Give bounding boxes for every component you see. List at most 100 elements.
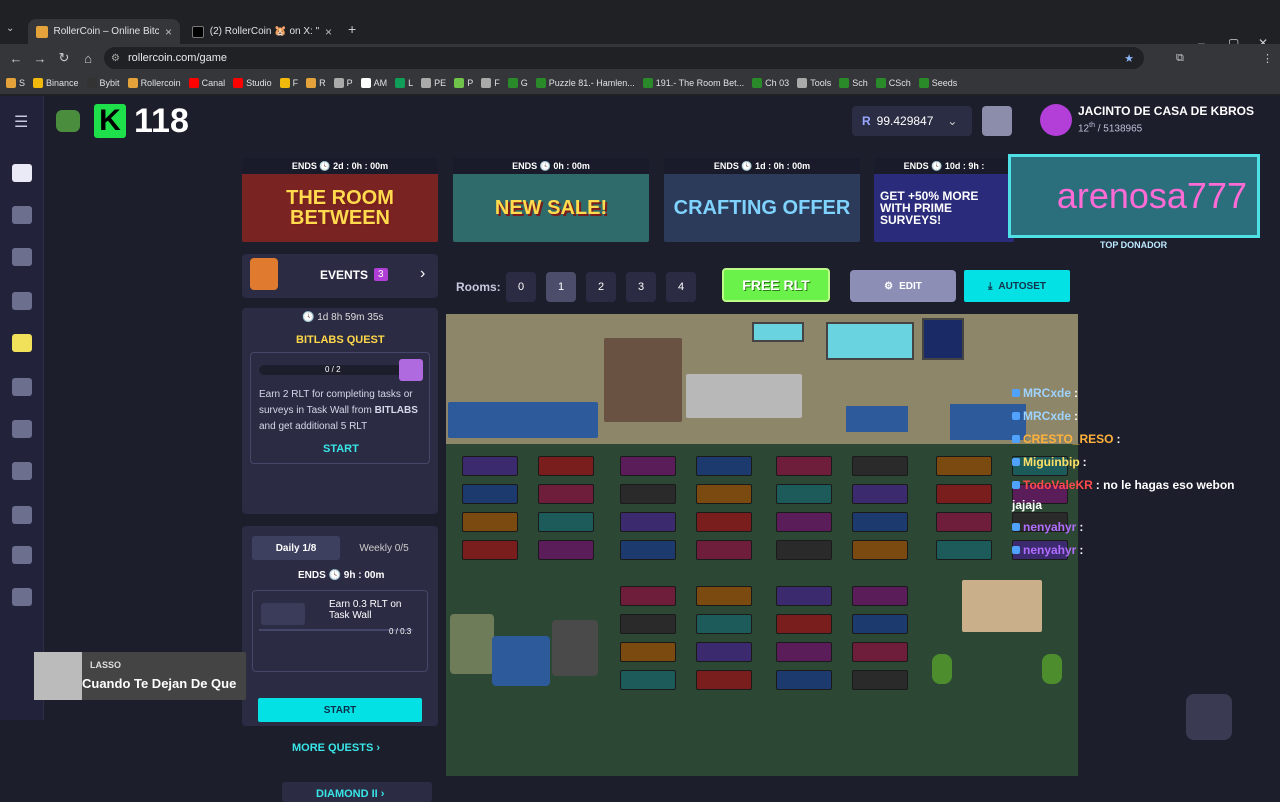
couch-left[interactable] [450, 614, 494, 674]
game-nav-icon[interactable] [12, 206, 32, 224]
tasks-nav-icon[interactable] [12, 334, 32, 352]
bookmark-item[interactable]: Ch 03 [752, 78, 789, 88]
back-icon[interactable]: ← [4, 51, 28, 66]
miner-slot[interactable] [852, 512, 908, 532]
miner-slot[interactable] [852, 670, 908, 690]
miner-slot[interactable] [852, 614, 908, 634]
diamond-league-link[interactable]: DIAMOND II › [282, 782, 432, 802]
more-quests-link[interactable]: MORE QUESTS › [292, 742, 380, 754]
miner-slot[interactable] [936, 512, 992, 532]
factory-nav-icon[interactable] [12, 546, 32, 564]
bookmark-item[interactable]: Studio [233, 78, 272, 88]
miner-slot[interactable] [696, 484, 752, 504]
miner-slot[interactable] [620, 540, 676, 560]
tab-search-button[interactable]: ⌄ [6, 23, 14, 34]
menu-icon[interactable]: ⋮ [1262, 52, 1273, 65]
referral-nav-icon[interactable] [12, 248, 32, 266]
miner-slot[interactable] [936, 540, 992, 560]
home-nav-icon[interactable] [12, 164, 32, 182]
bookmark-star-icon[interactable]: ★ [1124, 52, 1134, 65]
home-icon[interactable]: ⌂ [76, 51, 100, 66]
daily-start-button[interactable]: START [258, 698, 422, 722]
wooden-table[interactable] [962, 580, 1042, 632]
extensions-icon[interactable]: ⧉ [1176, 52, 1184, 65]
banner-prime-surveys[interactable]: ENDS 🕓 10d : 9h : GET +50% MORE WITH PRI… [874, 158, 1014, 242]
miner-slot[interactable] [462, 540, 518, 560]
miner-slot[interactable] [852, 586, 908, 606]
blue-mat[interactable] [846, 406, 908, 432]
miner-slot[interactable] [852, 540, 908, 560]
tab-daily[interactable]: Daily 1/8 [252, 536, 340, 560]
miner-slot[interactable] [696, 614, 752, 634]
bookmark-item[interactable]: PE [421, 78, 446, 88]
bookmark-item[interactable]: AM [360, 78, 387, 88]
calendar-nav-icon[interactable] [12, 292, 32, 310]
bookmark-item[interactable]: Bybit [86, 78, 120, 88]
cart-nav-icon[interactable] [12, 378, 32, 396]
storage-nav-icon[interactable] [12, 420, 32, 438]
miner-slot[interactable] [776, 642, 832, 662]
bookmark-item[interactable]: P [454, 78, 473, 88]
round-rug[interactable] [492, 636, 550, 686]
miner-slot[interactable] [620, 642, 676, 662]
banner-new-sale[interactable]: ENDS 🕓 0h : 00m NEW SALE! [453, 158, 649, 242]
miner-slot[interactable] [696, 670, 752, 690]
bookmark-item[interactable]: L [395, 78, 413, 88]
wallet-button[interactable] [982, 106, 1012, 136]
bookmark-item[interactable]: P [333, 78, 353, 88]
edit-room-button[interactable]: ⚙ EDIT [850, 270, 956, 302]
miner-slot[interactable] [776, 586, 832, 606]
bookmark-item[interactable]: G [507, 78, 528, 88]
miner-slot[interactable] [936, 456, 992, 476]
miner-slot[interactable] [696, 642, 752, 662]
miner-slot[interactable] [620, 614, 676, 634]
miner-slot[interactable] [538, 512, 594, 532]
bookmark-item[interactable]: Tools [797, 78, 831, 88]
miner-slot[interactable] [696, 586, 752, 606]
tab-twitter[interactable]: (2) RollerCoin 🐹 on X: "Uncle × [184, 19, 340, 44]
room-button-4[interactable]: 4 [666, 272, 696, 302]
miner-slot[interactable] [776, 540, 832, 560]
miner-slot[interactable] [852, 456, 908, 476]
miner-slot[interactable] [462, 484, 518, 504]
marketplace-nav-icon[interactable] [12, 462, 32, 480]
room-button-1[interactable]: 1 [546, 272, 576, 302]
miner-slot[interactable] [776, 484, 832, 504]
computer-desk[interactable] [686, 374, 802, 418]
miner-slot[interactable] [538, 484, 594, 504]
bookmark-item[interactable]: Binance [33, 78, 79, 88]
room-button-3[interactable]: 3 [626, 272, 656, 302]
miner-slot[interactable] [776, 512, 832, 532]
miner-slot[interactable] [696, 456, 752, 476]
miner-slot[interactable] [852, 642, 908, 662]
reload-icon[interactable]: ↻ [52, 50, 76, 66]
bookmark-item[interactable]: Sch [839, 78, 868, 88]
banner-crafting-offer[interactable]: ENDS 🕓 1d : 0h : 00m CRAFTING OFFER [664, 158, 860, 242]
new-tab-button[interactable]: + [348, 21, 356, 37]
miner-slot[interactable] [776, 456, 832, 476]
miner-slot[interactable] [538, 456, 594, 476]
miner-slot[interactable] [462, 456, 518, 476]
bookmark-item[interactable]: Seeds [918, 78, 957, 88]
user-profile[interactable]: JACINTO DE CASA DE KBROS 12th / 5138965 [1040, 102, 1276, 142]
forward-icon[interactable]: → [28, 51, 52, 66]
banner-room-between[interactable]: ENDS 🕓 2d : 0h : 00m THE ROOM BETWEEN [242, 158, 438, 242]
bookmark-item[interactable]: Canal [188, 78, 225, 88]
miner-slot[interactable] [696, 540, 752, 560]
miner-slot[interactable] [620, 484, 676, 504]
bookmark-item[interactable]: F [481, 78, 500, 88]
shelf-unit[interactable] [604, 338, 682, 422]
tab-weekly[interactable]: Weekly 0/5 [340, 536, 428, 560]
miner-slot[interactable] [620, 456, 676, 476]
miner-slot[interactable] [462, 512, 518, 532]
tab-rollercoin[interactable]: RollerCoin – Online Bitcoin Mi × [28, 19, 180, 44]
free-rlt-button[interactable]: FREE RLT [722, 268, 830, 302]
menu-hamburger-icon[interactable]: ☰ [14, 112, 28, 132]
hamster-support-icon[interactable] [1186, 694, 1232, 740]
bookmark-item[interactable]: CSch [875, 78, 911, 88]
balance-dropdown[interactable]: R 99.429847 ⌄ [852, 106, 972, 136]
site-info-icon[interactable]: ⚙ [111, 53, 120, 64]
miner-slot[interactable] [620, 586, 676, 606]
miner-slot[interactable] [696, 512, 752, 532]
close-icon[interactable]: × [165, 25, 172, 39]
